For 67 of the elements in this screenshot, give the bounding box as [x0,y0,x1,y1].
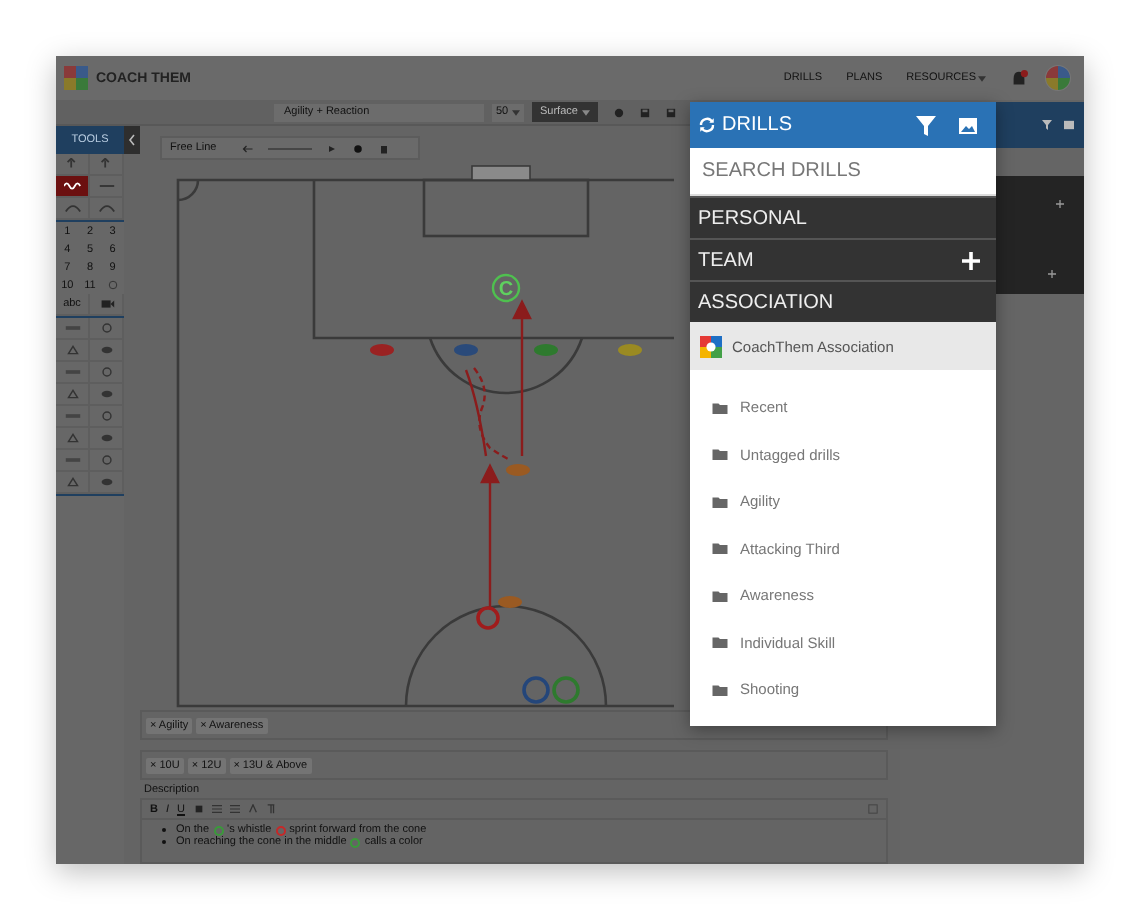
cone-icon [534,344,558,356]
arrow-head-icon[interactable] [326,143,339,153]
dot-icon[interactable] [352,143,365,153]
coach-marker: C [491,273,521,303]
collapse-tab[interactable] [124,126,140,154]
add-icon[interactable] [962,251,980,269]
folder-icon [712,542,728,555]
cone-icon [370,344,394,356]
plus-icon[interactable] [1048,270,1056,278]
bell-icon[interactable] [1010,69,1028,87]
plus-icon[interactable] [1056,200,1064,208]
chevron-left-icon [128,134,136,146]
triangle-icon [63,344,81,356]
logo-icon [700,335,722,357]
image-icon[interactable] [1064,120,1074,130]
line-style-icon[interactable] [268,145,313,151]
list-icon[interactable] [229,804,239,814]
paragraph-icon[interactable] [265,804,275,814]
drill-section-row[interactable]: ASSOCIATION [690,280,996,322]
folder-icon [712,683,728,696]
disc-icon [97,344,115,356]
filter-icon[interactable] [1042,120,1052,130]
cone-icon [454,344,478,356]
caret-icon [581,109,590,115]
line-icon [97,180,115,192]
drill-section-row[interactable]: TEAM [690,238,996,280]
avatar-icon[interactable] [1044,64,1072,92]
drill-section-row[interactable]: PERSONAL [690,196,996,238]
ring-icon [97,366,115,378]
disc-icon [97,476,115,488]
image-icon[interactable] [958,115,978,135]
cone-icon [506,464,530,476]
folder-icon [712,495,728,508]
list-icon[interactable] [211,804,221,814]
search-field[interactable]: SEARCH DRILLS [690,148,996,196]
save-icon[interactable] [639,107,650,117]
triangle-icon [63,432,81,444]
drills-menu-title: DRILLS [722,114,793,136]
player-ring-icon [522,676,550,704]
disc-icon [97,388,115,400]
folder-icon [712,589,728,602]
triangle-icon [63,388,81,400]
save-icon[interactable] [665,107,676,117]
tool-button[interactable] [56,176,90,198]
folder-icon [712,448,728,461]
circled-number-icon[interactable] [107,280,118,290]
video-camera-icon [97,298,115,310]
ring-icon [97,322,115,334]
arrow-tail-icon[interactable] [242,143,255,153]
ring-icon [97,454,115,466]
player-ring-icon [552,676,580,704]
pointer-icon [97,158,115,170]
folder-icon [712,636,728,649]
wave-line-icon [63,180,81,192]
caret-icon [512,109,520,115]
refresh-icon[interactable] [698,116,716,134]
disc-icon [97,432,115,444]
cone-icon [498,596,522,608]
logo-icon [64,66,88,90]
folder-icon [712,401,728,414]
player-ring-icon [476,606,500,630]
filter-icon[interactable] [916,115,936,135]
ring-icon [97,410,115,422]
pointer-icon [63,158,81,170]
cone-icon [618,344,642,356]
triangle-icon [63,476,81,488]
dot-icon[interactable] [613,107,624,117]
